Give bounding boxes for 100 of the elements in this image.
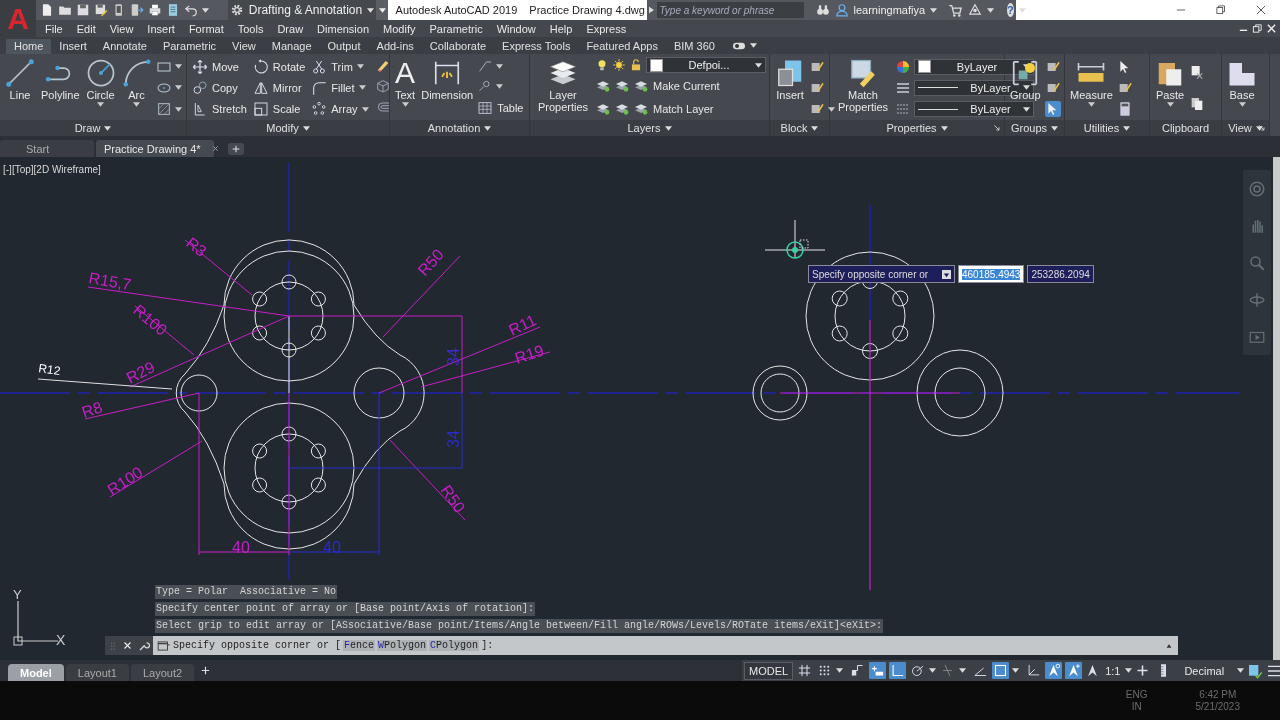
annotation-scale-button[interactable]: 1:1 (1103, 664, 1123, 677)
caret-icon[interactable] (496, 63, 504, 69)
tool-button[interactable]: Line (3, 56, 37, 120)
tool-button[interactable]: Mirror (252, 78, 306, 98)
save-icon[interactable] (76, 3, 90, 17)
ribbon-tab[interactable]: Manage (263, 39, 320, 54)
lineweight-dropdown[interactable]: ByLayer (914, 101, 1034, 118)
tool-button[interactable]: Move (192, 56, 247, 77)
scroll-bar[interactable] (1273, 157, 1280, 660)
expand-icon[interactable] (648, 6, 654, 14)
copy-icon[interactable] (1189, 96, 1205, 112)
tool-button[interactable]: A Text (393, 56, 418, 120)
ribbon-tab[interactable]: Express Tools (494, 39, 579, 54)
dynamic-input-icon[interactable] (869, 662, 887, 679)
units-dropdown[interactable]: Decimal (1174, 664, 1235, 677)
panel-title[interactable]: Draw (74, 122, 112, 134)
coordinate-field[interactable]: 460185.4943 (958, 265, 1025, 283)
autoscale-icon[interactable] (1065, 662, 1083, 679)
menu-item[interactable]: Express (579, 22, 634, 35)
new-layout-button[interactable] (200, 665, 212, 676)
ortho-icon[interactable] (889, 662, 907, 679)
select-icon[interactable] (1044, 101, 1061, 118)
close-icon[interactable] (1254, 3, 1268, 17)
close-icon[interactable] (123, 641, 133, 650)
tool-button[interactable]: Trim (311, 56, 369, 77)
close-icon[interactable] (1266, 23, 1277, 34)
menu-item[interactable]: Draw (270, 22, 311, 35)
clock-time[interactable]: 6:42 PM (1199, 688, 1237, 701)
ribbon-tab[interactable]: Add-ins (368, 39, 422, 54)
menu-item[interactable]: Window (489, 22, 543, 35)
clock-date[interactable]: 5/21/2023 (1195, 700, 1240, 713)
ribbon-tab[interactable]: BIM 360 (665, 39, 723, 54)
caret-icon[interactable] (1237, 668, 1245, 673)
menu-item[interactable]: Edit (69, 22, 103, 35)
plus-icon[interactable] (1135, 663, 1151, 678)
ribbon-tab[interactable]: Collaborate (421, 39, 495, 54)
save-as-icon[interactable] (94, 3, 108, 17)
caret-icon[interactable] (1125, 668, 1133, 673)
command-option[interactable]: CPolygon (429, 640, 480, 651)
caret-icon[interactable] (174, 106, 182, 112)
caret-icon[interactable] (929, 668, 937, 673)
caret-icon[interactable] (496, 83, 504, 89)
cart-icon[interactable] (948, 2, 964, 18)
layer-dropdown[interactable]: Defpoi... (646, 57, 766, 74)
sun-icon[interactable] (612, 58, 626, 73)
language-indicator[interactable]: ENG (1125, 688, 1148, 701)
command-prompt-icon[interactable] (157, 638, 171, 653)
menu-item[interactable]: Format (181, 22, 231, 35)
menu-item[interactable]: Tools (230, 22, 271, 35)
coordinate-field[interactable]: 253286.2094 (1027, 265, 1094, 283)
close-icon[interactable] (210, 144, 220, 153)
restore-icon[interactable] (1252, 23, 1263, 34)
triangle-icon[interactable] (968, 3, 983, 17)
tool-button[interactable]: Paste (1153, 56, 1187, 120)
ribbon-tab[interactable]: Insert (51, 39, 95, 54)
share-icon[interactable] (130, 3, 144, 17)
ribbon-tab[interactable]: View (224, 39, 264, 54)
color-wheel-icon[interactable] (895, 58, 911, 75)
file-tab[interactable]: Start (0, 140, 94, 157)
selection-cycling-icon[interactable] (992, 662, 1010, 679)
tool-button[interactable]: Stretch (192, 99, 247, 120)
menu-item[interactable]: File (38, 22, 70, 35)
ellipse-icon[interactable] (155, 80, 172, 96)
menu-item[interactable]: Modify (376, 22, 423, 35)
restore-icon[interactable] (1214, 3, 1228, 17)
workspace-dropdown[interactable]: Drafting & Annotation (228, 0, 376, 20)
tool-button[interactable]: Array (311, 99, 369, 120)
caret-icon[interactable] (930, 7, 938, 13)
caret-icon[interactable] (749, 43, 757, 48)
caret-icon[interactable] (836, 668, 844, 673)
caret-icon[interactable] (959, 668, 967, 673)
viewport-control[interactable]: [2D Wireframe] (33, 164, 101, 175)
tool-button[interactable]: Copy (192, 78, 247, 98)
tool-button[interactable]: Scale (252, 99, 306, 120)
launcher-icon[interactable] (1258, 124, 1266, 132)
caret-icon[interactable] (202, 7, 209, 13)
options-icon[interactable] (942, 269, 952, 279)
cut-icon[interactable] (1189, 64, 1205, 80)
hatch-icon[interactable] (155, 101, 172, 118)
menu-item[interactable]: Dimension (310, 22, 377, 35)
caret-icon[interactable] (1012, 668, 1020, 673)
ribbon-tab[interactable]: Parametric (154, 39, 225, 54)
tool-button[interactable]: Make Current (633, 76, 720, 96)
quick-properties-icon[interactable] (1247, 662, 1264, 679)
ribbon-tab[interactable]: Output (319, 39, 369, 54)
menu-item[interactable]: Insert (140, 22, 182, 35)
ribbon-tab[interactable]: Annotate (94, 39, 155, 54)
lock-icon[interactable] (629, 58, 643, 73)
tool-button[interactable]: Table (477, 98, 524, 118)
user-name[interactable]: learningmafiya (853, 4, 926, 16)
tool-button[interactable]: Layer Properties (533, 56, 593, 120)
new-tab-button[interactable] (228, 142, 244, 155)
tool-button[interactable]: Fillet (311, 78, 369, 98)
steering-wheel-icon[interactable] (1248, 179, 1266, 198)
menu-item[interactable]: View (102, 22, 141, 35)
region-indicator[interactable]: IN (1131, 700, 1142, 713)
orbit-icon[interactable] (1248, 290, 1266, 309)
zoom-icon[interactable] (1248, 253, 1266, 272)
box-icon[interactable] (374, 78, 391, 94)
layout-tab[interactable]: Layout2 (130, 664, 195, 681)
